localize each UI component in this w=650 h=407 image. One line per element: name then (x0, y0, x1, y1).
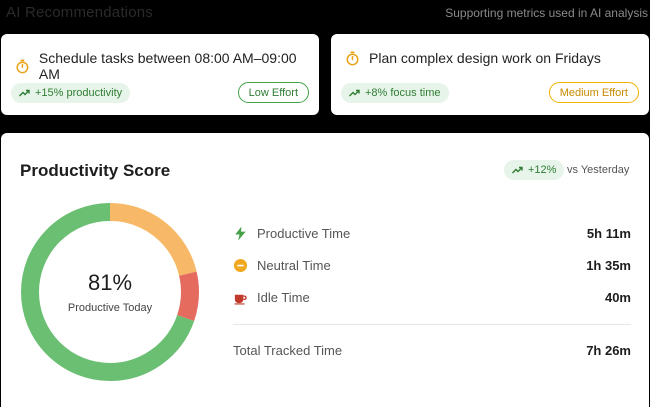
productivity-score-value: 81% (87, 270, 133, 295)
trend-up-icon (19, 89, 30, 97)
metric-row-total: Total Tracked Time 7h 26m (233, 341, 631, 359)
recommendation-title: Plan complex design work on Fridays (369, 50, 601, 66)
neutral-icon (233, 258, 248, 272)
divider (233, 324, 631, 325)
total-label: Total Tracked Time (233, 342, 343, 358)
trend-up-icon (349, 89, 360, 97)
metric-value: 5h 11m (586, 225, 631, 241)
recommendation-title: Schedule tasks between 08:00 AM–09:00 AM (38, 50, 297, 82)
impact-label: +15% productivity (35, 87, 123, 99)
metric-row-idle: Idle Time 40m (233, 288, 631, 306)
recommendation-card[interactable]: Plan complex design work on Fridays +8% … (331, 34, 649, 115)
recommendation-card[interactable]: Schedule tasks between 08:00 AM–09:00 AM… (1, 34, 319, 115)
metric-row-neutral: Neutral Time 1h 35m (233, 256, 631, 274)
stopwatch-icon (346, 50, 359, 65)
trend-up-icon (512, 166, 523, 174)
impact-label: +8% focus time (365, 87, 441, 99)
section-title: AI Recommendations (6, 4, 154, 21)
effort-badge: Low Effort (237, 82, 309, 103)
card-title: Productivity Score (20, 161, 171, 180)
section-subtitle: Supporting metrics used in AI analysis (445, 6, 648, 20)
delta-comparison-label: vs Yesterday (567, 164, 630, 176)
effort-badge: Medium Effort (548, 82, 639, 103)
metric-label: Productive Time (257, 225, 351, 241)
metric-value: 40m (604, 289, 631, 305)
metric-label: Neutral Time (257, 257, 331, 273)
impact-badge: +15% productivity (11, 83, 131, 103)
metric-label: Idle Time (257, 289, 310, 305)
delta-value: +12% (528, 164, 557, 176)
productivity-score-card: Productivity Score +12% vs Yesterday 81%… (1, 133, 649, 407)
delta-badge: +12% (504, 160, 565, 180)
stopwatch-icon (16, 59, 29, 73)
productivity-score-label: Productive Today (67, 302, 153, 314)
lightning-icon (235, 225, 246, 241)
total-value: 7h 26m (586, 342, 631, 358)
impact-badge: +8% focus time (341, 83, 449, 103)
coffee-cup-icon (234, 294, 247, 305)
section-header: AI Recommendations Supporting metrics us… (0, 0, 650, 26)
metric-row-productive: Productive Time 5h 11m (233, 224, 631, 242)
metric-value: 1h 35m (586, 257, 631, 273)
